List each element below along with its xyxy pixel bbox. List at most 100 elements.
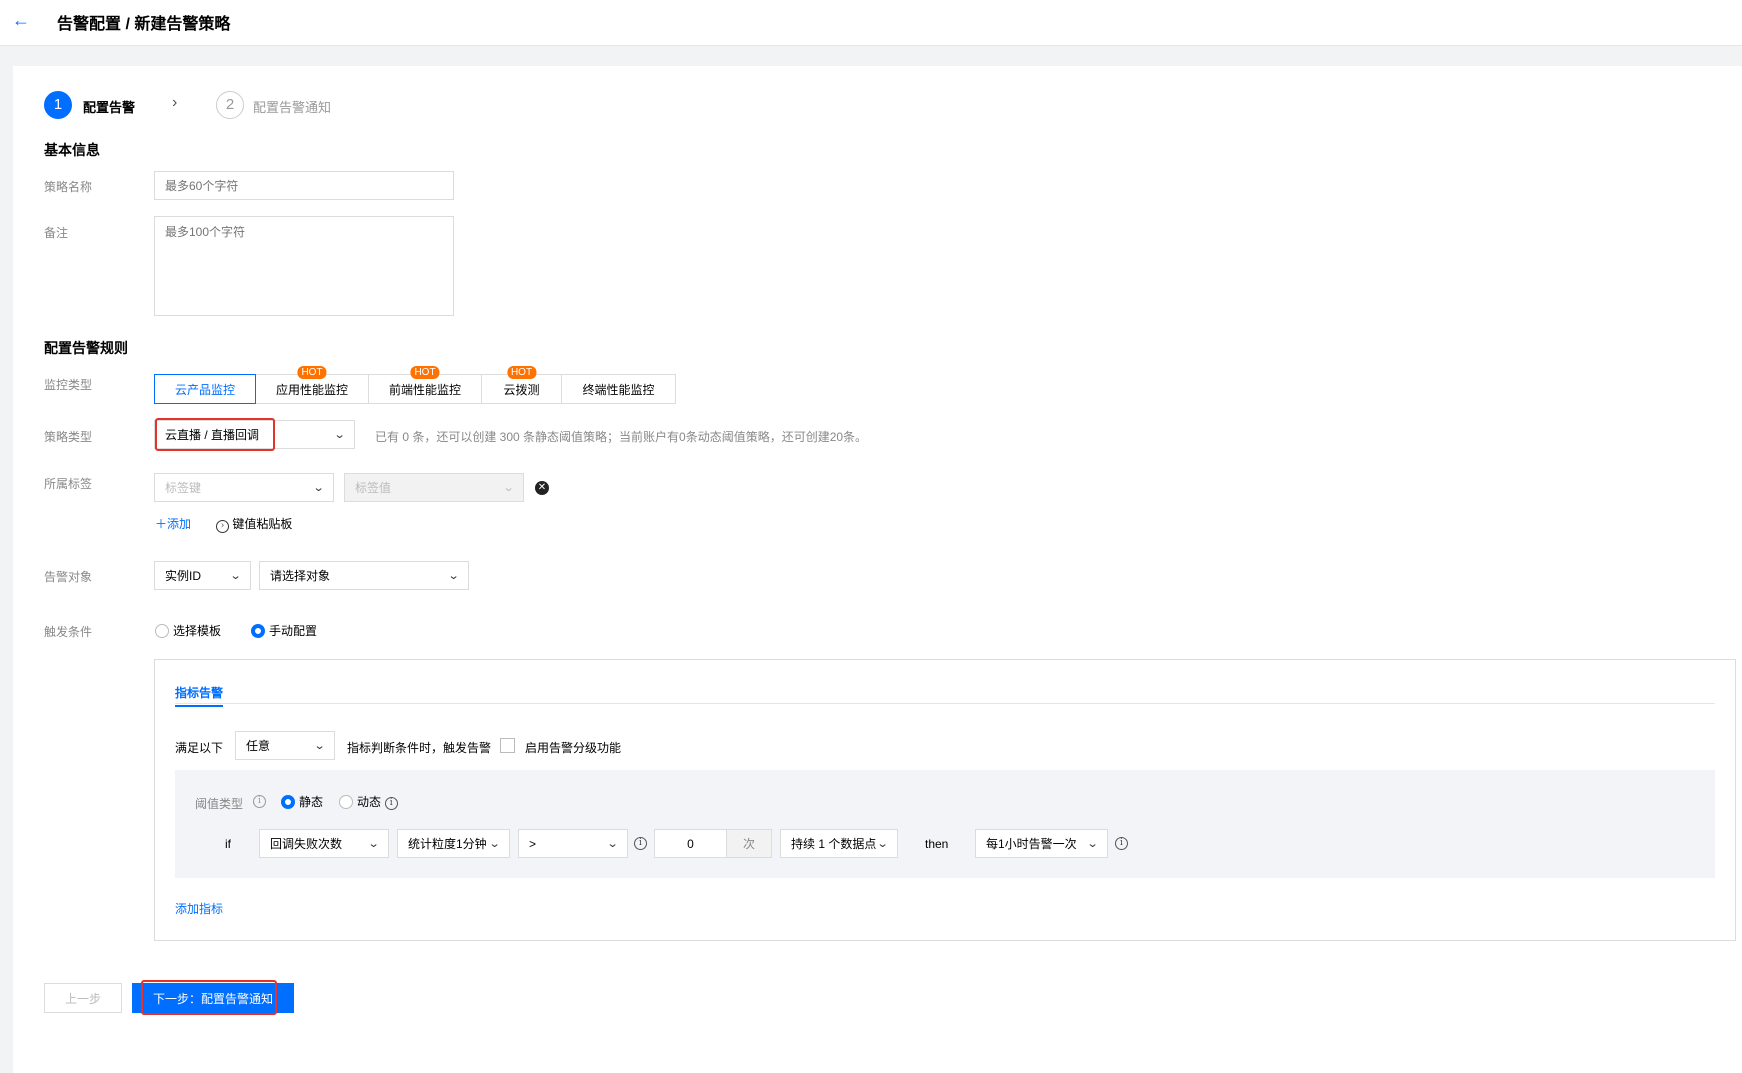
remark-textarea[interactable] [154,216,454,316]
alarm-rules-title: 配置告警规则 [44,340,128,356]
top-bar: ← 告警配置 / 新建告警策略 [0,0,1742,46]
meet-prefix: 满足以下 [175,741,224,755]
radio-template-label: 选择模板 [173,624,222,639]
paste-board-label: 键值粘贴板 [232,517,293,531]
chevron-down-icon: ⌄ [312,482,325,494]
tab-terminal[interactable]: 终端性能监控 [562,374,676,404]
plus-icon: ＋ [155,517,168,531]
if-text: if [225,837,231,851]
radio-dynamic[interactable]: 动态 i [339,793,398,810]
highlight-box [155,418,275,451]
radio-manual-label: 手动配置 [269,624,318,639]
radio-manual[interactable]: 手动配置 [251,622,317,639]
threshold-type-label: 阈值类型 [195,797,244,811]
granularity-value: 统计粒度1分钟 [408,837,487,851]
remove-tag-icon[interactable]: ✕ [535,481,549,495]
chevron-down-icon: ⌄ [1086,838,1099,850]
metric-value: 回调失败次数 [270,837,343,851]
frequency-select[interactable]: 每1小时告警一次 ⌄ [975,829,1108,858]
breadcrumb: 告警配置 / 新建告警策略 [57,16,231,33]
metric-select[interactable]: 回调失败次数 ⌄ [259,829,389,858]
target-object-placeholder: 请选择对象 [270,569,331,583]
radio-icon [155,623,169,638]
chevron-down-icon: ⌄ [313,740,326,752]
chevron-down-icon: ⌄ [488,838,501,850]
info-icon[interactable]: i [384,797,398,810]
tab-label: 应用性能监控 [275,382,348,397]
hot-badge: HOT [506,366,537,379]
remark-label: 备注 [44,226,69,240]
unit-addon: 次 [726,830,771,857]
chevron-down-icon: ⌄ [876,838,889,850]
tag-label: 所属标签 [44,477,93,491]
operator-value: > [529,836,537,851]
tag-key-select[interactable]: 标签键 ⌄ [154,473,334,502]
add-tag-link[interactable]: ＋添加 [155,515,191,532]
threshold-area [175,770,1715,878]
chevron-down-icon: ⌄ [333,429,346,441]
hot-badge: HOT [297,366,327,379]
meet-condition-select[interactable]: 任意 ⌄ [235,731,335,760]
add-metric-link[interactable]: 添加指标 [175,900,223,917]
chevron-down-icon: ⌄ [502,482,515,494]
duration-select[interactable]: 持续 1 个数据点 ⌄ [780,829,898,858]
chevron-down-icon: ⌄ [447,570,460,582]
radio-icon [339,794,353,809]
tab-label: 终端性能监控 [582,382,655,397]
policy-quota-hint: 已有 0 条，还可以创建 300 条静态阈值策略；当前账户有0条动态阈值策略，还… [375,430,868,444]
granularity-select[interactable]: 统计粒度1分钟 ⌄ [397,829,510,858]
meet-suffix: 指标判断条件时，触发告警 [347,741,492,755]
trigger-label: 触发条件 [44,625,93,639]
operator-select[interactable]: > ⌄ [518,829,628,858]
tab-label: 前端性能监控 [388,382,461,397]
tab-label: 云产品监控 [174,382,235,397]
chevron-circle-icon: › [216,520,229,533]
hot-badge: HOT [410,366,440,379]
back-arrow-icon[interactable]: ← [12,10,30,31]
tab-divider [175,703,1715,704]
chevron-down-icon: ⌄ [229,570,242,582]
radio-dynamic-label: 动态 [357,795,382,810]
info-icon[interactable]: i [1115,837,1128,850]
tab-label: 云拨测 [503,382,540,397]
tag-key-placeholder: 标签键 [165,481,202,495]
tab-apm[interactable]: HOT 应用性能监控 [256,366,369,404]
highlight-box [141,980,277,1015]
then-text: then [925,837,949,851]
chevron-down-icon: ⌄ [606,838,619,850]
radio-checked-icon [281,794,295,809]
info-icon[interactable]: i [634,837,647,850]
chevron-down-icon: ⌄ [367,838,380,850]
step-1-icon: 1 [44,91,72,119]
radio-static[interactable]: 静态 [281,793,323,810]
tab-frontend[interactable]: HOT 前端性能监控 [369,366,482,404]
level-checkbox[interactable] [500,738,515,753]
radio-static-label: 静态 [299,795,324,810]
tag-value-placeholder: 标签值 [355,481,392,495]
step-2-label: 配置告警通知 [253,100,332,115]
policy-name-input[interactable] [154,171,454,200]
tab-cloud-product[interactable]: 云产品监控 [154,374,256,404]
level-checkbox-label: 启用告警分级功能 [525,741,622,755]
radio-template[interactable]: 选择模板 [155,622,221,639]
threshold-value-input[interactable] [655,830,726,857]
prev-step-button[interactable]: 上一步 [44,983,122,1013]
policy-name-label: 策略名称 [44,180,93,194]
alarm-target-label: 告警对象 [44,570,93,584]
monitor-type-label: 监控类型 [44,378,93,392]
main-panel: 1 配置告警 › 2 配置告警通知 基本信息 策略名称 备注 配置告警规则 监控… [13,66,1742,1073]
duration-value: 持续 1 个数据点 [791,837,877,851]
basic-info-title: 基本信息 [44,142,100,158]
tab-dial-test[interactable]: HOT 云拨测 [482,366,562,404]
info-icon[interactable]: i [253,795,266,808]
target-type-value: 实例ID [165,569,202,583]
tag-value-select: 标签值 ⌄ [344,473,524,502]
frequency-value: 每1小时告警一次 [986,837,1077,851]
step-2-icon: 2 [216,91,244,119]
tab-metric-alarm[interactable]: 指标告警 [175,684,224,707]
meet-condition-value: 任意 [246,739,271,753]
target-object-select[interactable]: 请选择对象 ⌄ [259,561,469,590]
paste-board-link[interactable]: › 键值粘贴板 [216,515,292,533]
chevron-right-icon: › [172,94,178,111]
target-type-select[interactable]: 实例ID ⌄ [154,561,251,590]
